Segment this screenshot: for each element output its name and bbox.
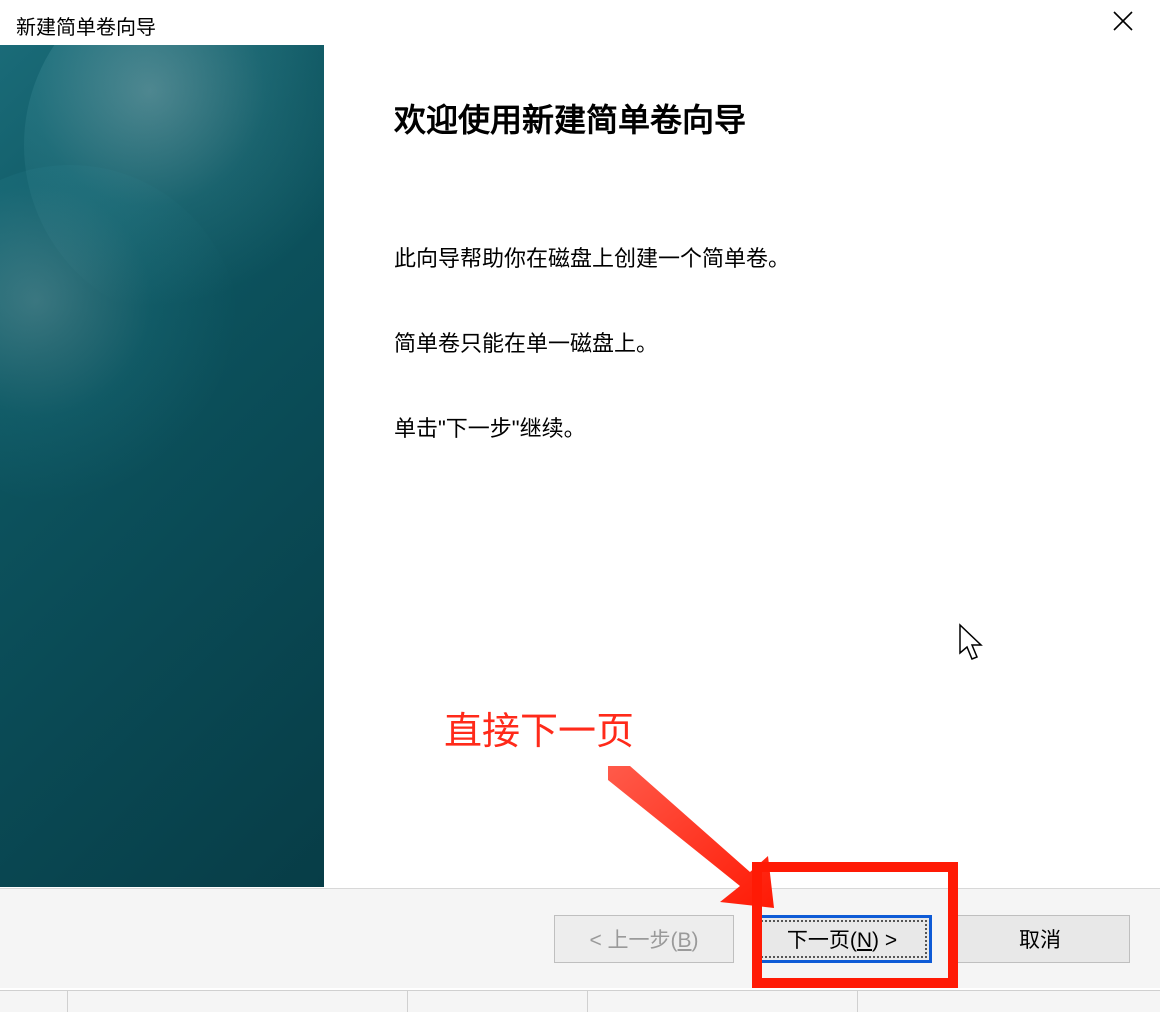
close-icon[interactable] [1102, 9, 1144, 37]
wizard-side-graphic [0, 45, 324, 887]
annotation-label: 直接下一页 [444, 700, 634, 755]
title-bar: 新建简单卷向导 [0, 0, 1160, 45]
cancel-button[interactable]: 取消 [950, 915, 1130, 963]
button-bar: < 上一步(B) 下一页(N) > 取消 [0, 888, 1160, 988]
wizard-paragraph-3: 单击"下一步"继续。 [394, 411, 1100, 446]
back-button: < 上一步(B) [554, 915, 734, 963]
wizard-heading: 欢迎使用新建简单卷向导 [394, 95, 1100, 141]
wizard-paragraph-1: 此向导帮助你在磁盘上创建一个简单卷。 [394, 241, 1100, 276]
wizard-paragraph-2: 简单卷只能在单一磁盘上。 [394, 326, 1100, 361]
wizard-body: 欢迎使用新建简单卷向导 此向导帮助你在磁盘上创建一个简单卷。 简单卷只能在单一磁… [0, 45, 1160, 887]
next-button[interactable]: 下一页(N) > [752, 915, 932, 963]
window-title: 新建简单卷向导 [16, 5, 156, 40]
wizard-content: 欢迎使用新建简单卷向导 此向导帮助你在磁盘上创建一个简单卷。 简单卷只能在单一磁… [324, 45, 1160, 887]
status-strip [0, 990, 1160, 1012]
